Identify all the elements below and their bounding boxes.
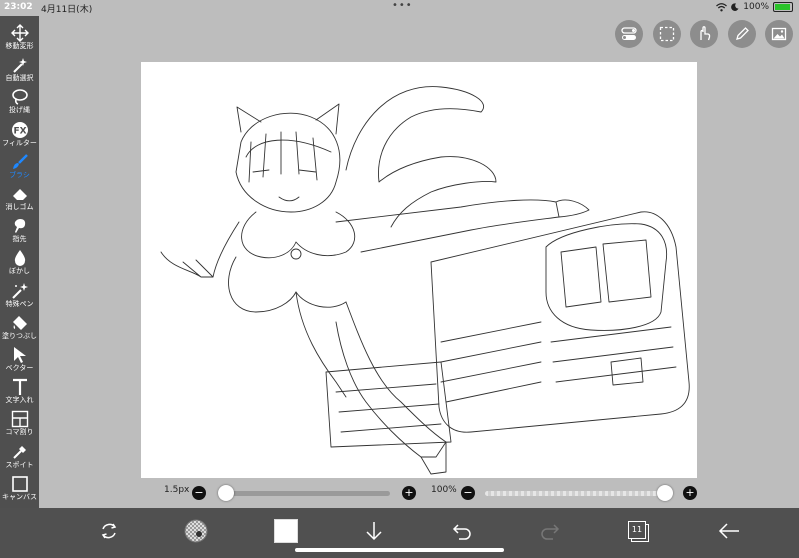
- cursor-icon: [10, 346, 30, 364]
- drop-icon: [10, 249, 30, 267]
- brush-opacity-track[interactable]: [485, 491, 673, 496]
- battery-icon: [773, 2, 793, 12]
- edit-button[interactable]: [728, 20, 756, 48]
- home-indicator: [295, 548, 504, 552]
- redo-button[interactable]: [537, 518, 563, 544]
- current-color-swatch: [274, 519, 298, 543]
- tool-label: 文字入れ: [5, 396, 34, 405]
- tool-label: ベクター: [5, 364, 34, 372]
- tool-canvas[interactable]: キャンバス: [0, 475, 39, 507]
- tool-text[interactable]: 文字入れ: [0, 378, 39, 410]
- brush-opacity-label: 100%: [431, 485, 457, 495]
- status-right: 100%: [716, 2, 793, 12]
- brush-opacity-minus-button[interactable]: −: [461, 486, 475, 500]
- hand-icon: [700, 26, 711, 41]
- sparkle-pen-icon: [10, 282, 30, 300]
- tool-auto-select[interactable]: 自動選択: [0, 56, 39, 88]
- panel-icon: [10, 410, 30, 428]
- battery-percent: 100%: [743, 2, 769, 12]
- brush-size-label: 1.5px: [164, 485, 190, 495]
- tool-label: 移動変形: [5, 42, 34, 50]
- text-icon: [10, 378, 30, 396]
- tool-blur[interactable]: ぼかし: [0, 249, 39, 281]
- multitask-dots-icon[interactable]: •••: [392, 0, 413, 11]
- brush-opacity-knob[interactable]: [657, 485, 673, 501]
- wifi-icon: [716, 2, 728, 11]
- gesture-button[interactable]: [690, 20, 718, 48]
- svg-text:FX: FX: [13, 126, 26, 136]
- tool-label: ブラシ: [9, 170, 30, 179]
- line-art-drawing: [160, 86, 690, 475]
- arrow-down-icon: [366, 522, 382, 541]
- layers-button[interactable]: 11: [625, 518, 651, 544]
- color-button[interactable]: [273, 518, 299, 544]
- tool-sidebar: 移動変形自動選択投げ縄 FX フィルターブラシ消しゴム指先ぼかし特殊ペン塗りつぶしベ…: [0, 16, 39, 508]
- eyedropper-icon: [10, 443, 30, 461]
- arrow-left-icon: [718, 523, 739, 539]
- brush-size-plus-button[interactable]: +: [402, 486, 416, 500]
- status-time: 23:02: [4, 2, 33, 12]
- tool-brush[interactable]: ブラシ: [0, 153, 39, 185]
- brush-tip-icon: [184, 519, 208, 543]
- drawing-canvas[interactable]: [141, 62, 697, 478]
- canvas-icon: [10, 475, 30, 493]
- tool-label: コマ割り: [5, 428, 34, 437]
- status-bar: 23:02 4月11日(木) ••• 100%: [0, 0, 799, 16]
- tool-eraser[interactable]: 消しゴム: [0, 185, 39, 217]
- tool-label: 自動選択: [5, 74, 34, 83]
- layers-icon: 11: [627, 520, 649, 542]
- swap-brush-icon: [101, 523, 117, 539]
- tool-lasso[interactable]: 投げ縄: [0, 88, 39, 120]
- tool-eyedropper[interactable]: スポイト: [0, 443, 39, 475]
- brush-size-minus-button[interactable]: −: [192, 486, 206, 500]
- tool-label: キャンバス: [2, 492, 37, 501]
- image-icon: [771, 27, 787, 41]
- brush-opacity-plus-button[interactable]: +: [683, 486, 697, 500]
- layers-count: 11: [628, 521, 646, 539]
- tool-label: ぼかし: [9, 267, 30, 276]
- brush-preview-button[interactable]: [183, 518, 209, 544]
- status-date: 4月11日(木): [41, 5, 93, 15]
- lasso-icon: [10, 88, 30, 106]
- selection-button[interactable]: [653, 20, 681, 48]
- brush-size-knob[interactable]: [218, 485, 234, 501]
- tool-fill[interactable]: 塗りつぶし: [0, 314, 39, 346]
- tool-label: 指先: [12, 235, 27, 244]
- gallery-button[interactable]: [765, 20, 793, 48]
- back-button[interactable]: [716, 518, 742, 544]
- toggle-button[interactable]: [615, 20, 643, 48]
- tool-special-pen[interactable]: 特殊ペン: [0, 282, 39, 314]
- tool-label: 消しゴム: [5, 203, 34, 211]
- tool-vector[interactable]: ベクター: [0, 346, 39, 378]
- tool-label: フィルター: [2, 138, 37, 147]
- pencil-icon: [736, 27, 749, 40]
- eraser-icon: [10, 185, 30, 203]
- download-button[interactable]: [361, 518, 387, 544]
- toggle-icon: [621, 27, 637, 40]
- brush-size-track[interactable]: [218, 491, 390, 496]
- quick-access-button[interactable]: [96, 518, 122, 544]
- tool-move-transform[interactable]: 移動変形: [0, 24, 39, 56]
- tool-label: スポイト: [5, 460, 34, 469]
- undo-icon: [452, 524, 471, 540]
- brush-icon: [10, 153, 30, 171]
- tool-label: 塗りつぶし: [1, 331, 38, 340]
- fx-icon: FX: [10, 121, 30, 139]
- bucket-icon: [10, 314, 30, 332]
- tool-label: 特殊ペン: [5, 299, 34, 308]
- tool-frame-divide[interactable]: コマ割り: [0, 410, 39, 442]
- tool-label: 投げ縄: [9, 106, 30, 115]
- redo-icon: [541, 524, 560, 540]
- moon-icon: [731, 3, 739, 11]
- dashed-selection-icon: [659, 26, 675, 42]
- move-icon: [10, 24, 30, 42]
- undo-button[interactable]: [449, 518, 475, 544]
- tool-finger[interactable]: 指先: [0, 217, 39, 249]
- smudge-icon: [10, 217, 30, 235]
- tool-filter[interactable]: FX フィルター: [0, 121, 39, 153]
- magic-wand-icon: [10, 56, 30, 74]
